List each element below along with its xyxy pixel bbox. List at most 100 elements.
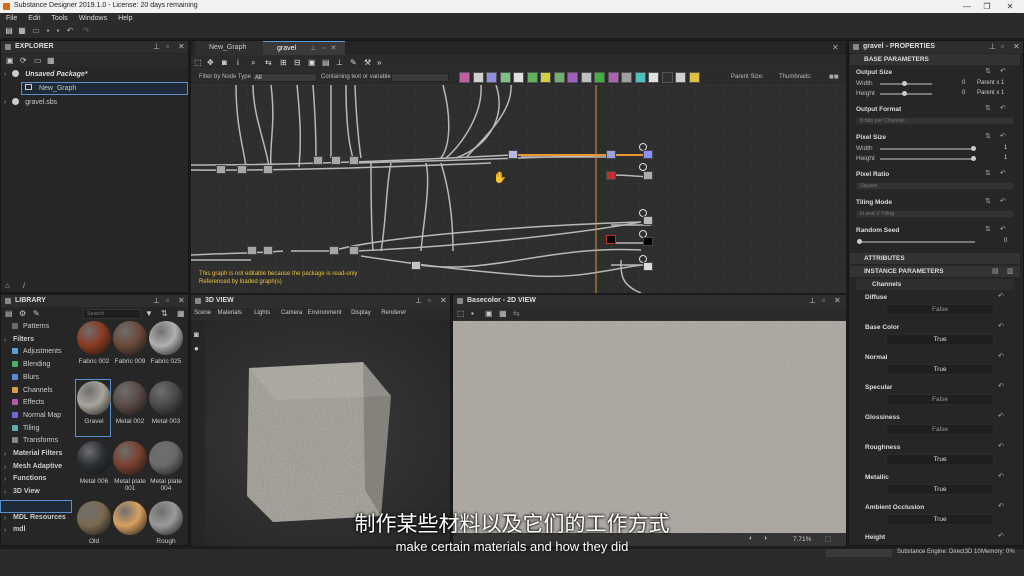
- node-filter-icon[interactable]: [486, 72, 497, 83]
- library-category-item[interactable]: › Functions: [4, 473, 46, 485]
- reset-icon[interactable]: ↶: [998, 412, 1004, 420]
- section-base-parameters[interactable]: BASE PARAMETERS: [850, 54, 1020, 65]
- save-icon[interactable]: ▪: [471, 309, 474, 318]
- material-thumbnail[interactable]: [77, 381, 111, 415]
- graph-node[interactable]: [349, 246, 359, 255]
- graph-node[interactable]: [237, 165, 247, 174]
- node-filter-icon[interactable]: [540, 72, 551, 83]
- info-icon[interactable]: i: [237, 58, 239, 67]
- library-category-item[interactable]: › Mesh Adaptive: [4, 461, 62, 473]
- tree-item-new-graph[interactable]: New_Graph: [21, 82, 188, 95]
- view3d-menu-item[interactable]: Materials: [218, 308, 242, 319]
- minimize-icon[interactable]: —: [960, 1, 974, 12]
- channel-toggle[interactable]: False: [886, 424, 994, 435]
- node-filter-icon[interactable]: [688, 72, 700, 83]
- graph-canvas[interactable]: ✋ This graph is not editable because the…: [191, 85, 846, 293]
- view3d-menu-item[interactable]: Camera: [281, 308, 302, 319]
- node-filter-icon[interactable]: [675, 72, 686, 83]
- reset-icon[interactable]: ↶: [998, 292, 1004, 300]
- undo-icon[interactable]: ↶: [66, 27, 74, 35]
- node-filter-icon[interactable]: [499, 72, 511, 83]
- folder-icon[interactable]: ▭: [34, 56, 42, 65]
- channel-toggle[interactable]: True: [886, 364, 994, 375]
- random-seed-slider[interactable]: [858, 241, 975, 243]
- reset-icon[interactable]: ↶: [1000, 197, 1006, 205]
- material-thumbnail[interactable]: [149, 321, 183, 355]
- graph-node[interactable]: [331, 156, 341, 165]
- tree-item-gravel-sbs[interactable]: › gravel.sbs: [4, 97, 57, 109]
- material-thumbnail[interactable]: [113, 381, 147, 415]
- link-icon[interactable]: ⇆: [513, 309, 520, 318]
- node-filter-icon[interactable]: [648, 72, 659, 83]
- new-graph-icon[interactable]: ▦: [18, 27, 26, 35]
- random-seed-knob[interactable]: [857, 239, 862, 244]
- view3d-menu-item[interactable]: Display: [351, 308, 371, 319]
- graph-node[interactable]: [508, 150, 518, 159]
- preset-icon[interactable]: ▤: [992, 267, 999, 275]
- node-filter-icon[interactable]: [553, 72, 565, 83]
- reset-icon[interactable]: ↶: [998, 472, 1004, 480]
- link-icon[interactable]: ⇆: [265, 58, 272, 67]
- graph-node[interactable]: [606, 171, 616, 180]
- menu-file[interactable]: File: [0, 13, 22, 22]
- float-icon[interactable]: ▫: [166, 296, 169, 305]
- material-thumbnail[interactable]: [77, 321, 111, 355]
- close-icon[interactable]: ✕: [178, 42, 185, 51]
- node-filter-icon[interactable]: [607, 72, 619, 83]
- library-category-item[interactable]: Effects: [12, 397, 44, 409]
- fit-view-icon[interactable]: ⬚: [194, 58, 202, 67]
- node-filter-icon[interactable]: [459, 72, 470, 83]
- output-node[interactable]: [643, 171, 653, 180]
- material-thumbnail[interactable]: [149, 381, 183, 415]
- pixel-height-knob[interactable]: [971, 156, 976, 161]
- settings-icon[interactable]: ⌂: [5, 281, 10, 290]
- graph-node[interactable]: [606, 150, 616, 159]
- channels-group[interactable]: Channels: [856, 279, 1014, 290]
- reset-icon[interactable]: ↶: [1000, 169, 1006, 177]
- pixel-width-slider[interactable]: [880, 148, 975, 150]
- reset-icon[interactable]: ↶: [998, 382, 1004, 390]
- refresh-icon[interactable]: ⟳: [20, 56, 27, 65]
- section-attributes[interactable]: ATTRIBUTES: [850, 253, 1020, 264]
- material-thumbnail[interactable]: [77, 441, 111, 475]
- reset-icon[interactable]: ↶: [1000, 104, 1006, 112]
- comment-icon[interactable]: ▤: [322, 58, 330, 67]
- graph-icon[interactable]: ▦: [47, 56, 55, 65]
- sort-icon[interactable]: ⇅: [161, 309, 168, 318]
- pixel-width-value[interactable]: 1: [1004, 145, 1007, 151]
- pin-icon[interactable]: ⊥: [310, 45, 316, 52]
- frame-icon[interactable]: ▣: [308, 58, 316, 67]
- new-package-icon[interactable]: ▤: [5, 27, 13, 35]
- view3d-menu-item[interactable]: Lights: [254, 308, 270, 319]
- align-icon[interactable]: ⊞: [280, 58, 287, 67]
- save-icon[interactable]: ▪: [44, 27, 52, 35]
- save-all-icon[interactable]: ▪: [54, 27, 62, 35]
- link-icon[interactable]: ⇅: [985, 197, 991, 205]
- pin-node-icon[interactable]: ⊥: [336, 58, 343, 67]
- node-filter-icon[interactable]: [634, 72, 646, 83]
- graph-node[interactable]: [329, 246, 339, 255]
- material-thumbnail[interactable]: [113, 321, 147, 355]
- pin-icon[interactable]: ⊥: [809, 296, 816, 305]
- save-icon[interactable]: ▣: [6, 56, 14, 65]
- pixel-height-value[interactable]: 1: [1004, 155, 1007, 161]
- view3d-menu-item[interactable]: Scene: [194, 308, 211, 319]
- graph-node[interactable]: [263, 165, 273, 174]
- folder-icon[interactable]: ▭: [32, 27, 40, 35]
- library-category-item[interactable]: Channels: [12, 385, 53, 397]
- material-thumbnail[interactable]: [149, 441, 183, 475]
- node-filter-icon[interactable]: [567, 72, 578, 83]
- close-icon[interactable]: ✕: [834, 296, 841, 305]
- width-value[interactable]: 0: [962, 80, 965, 86]
- search-icon[interactable]: ⌕: [251, 58, 255, 68]
- float-icon[interactable]: ▫: [428, 296, 431, 305]
- library-category-item[interactable]: Blending: [12, 359, 50, 371]
- material-thumbnail[interactable]: [113, 441, 147, 475]
- menu-edit[interactable]: Edit: [22, 13, 45, 22]
- filter-select[interactable]: All: [252, 73, 317, 82]
- reset-icon[interactable]: ↶: [998, 322, 1004, 330]
- channel-toggle[interactable]: False: [886, 304, 994, 315]
- library-category-item[interactable]: Normal Map: [12, 410, 61, 422]
- node-filter-icon[interactable]: [513, 72, 524, 83]
- align-icon[interactable]: ⊟: [294, 58, 301, 67]
